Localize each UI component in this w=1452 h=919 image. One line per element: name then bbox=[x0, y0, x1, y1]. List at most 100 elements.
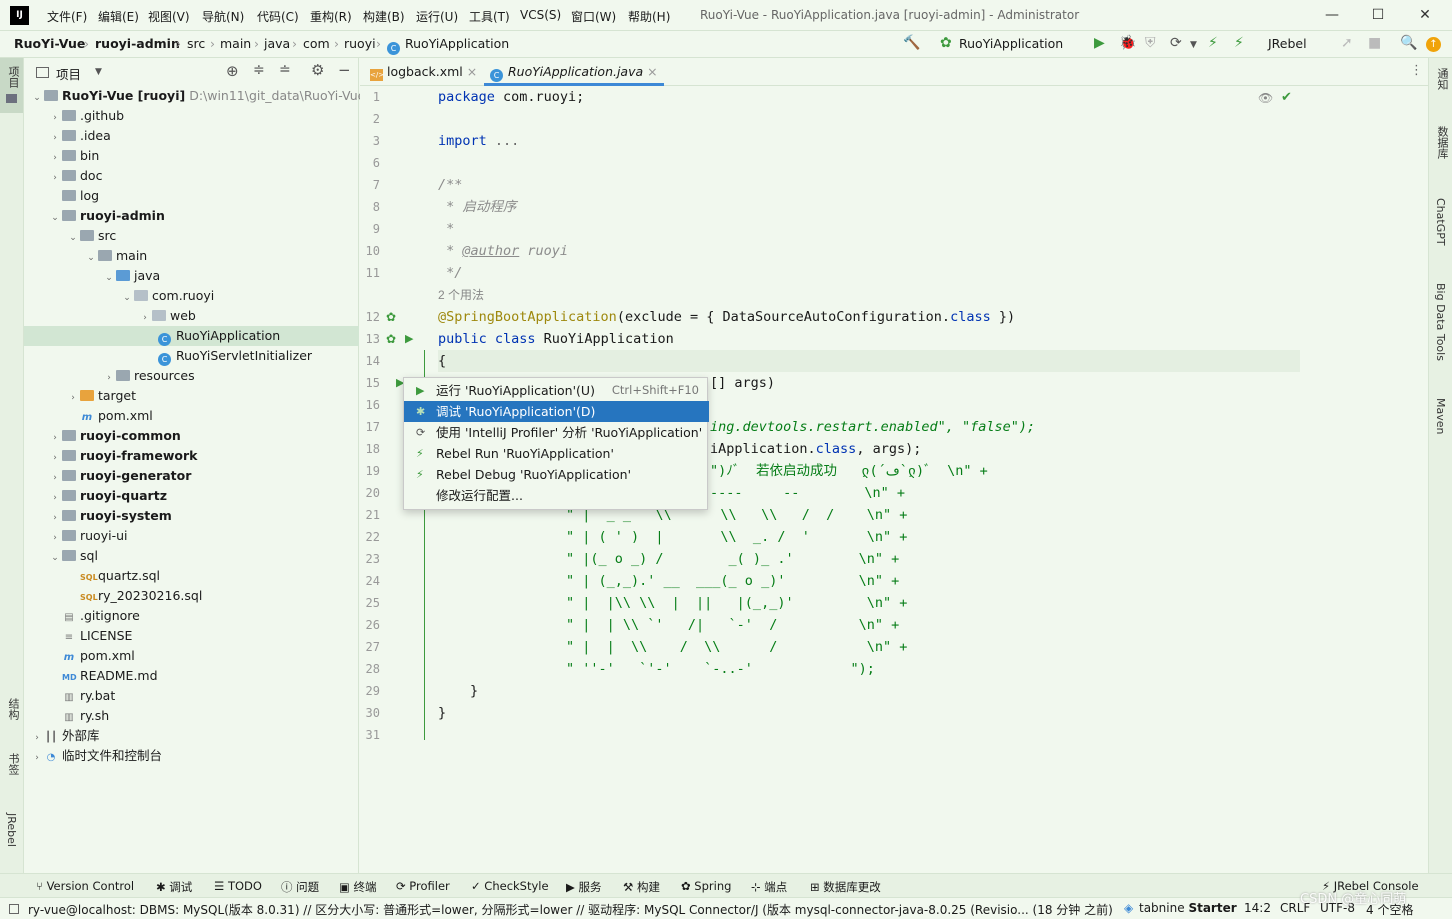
hammer-build-icon[interactable]: 🔨 bbox=[903, 35, 920, 51]
code-line-28[interactable]: " ''-' `'-' `-..-' "); bbox=[566, 658, 875, 680]
database-tool-tab[interactable]: 数据库 bbox=[1434, 126, 1450, 162]
tree-node-java[interactable]: ⌄ java bbox=[24, 266, 160, 286]
tree-node-ruoyi-generator[interactable]: › ruoyi-generator bbox=[24, 466, 191, 486]
breadcrumb-src[interactable]: src bbox=[187, 36, 205, 51]
tab-ruoyiapplication[interactable]: C RuoYiApplication.java × bbox=[484, 58, 664, 86]
tree-node-root[interactable]: ⌄ RuoYi-Vue [ruoyi] D:\win11\git_data\Ruo… bbox=[24, 86, 365, 106]
run-config-select[interactable]: RuoYiApplication bbox=[959, 36, 1063, 51]
reader-mode-icon[interactable]: 👁 bbox=[1258, 91, 1273, 105]
usages-hint[interactable]: 2 个用法 bbox=[438, 284, 484, 306]
tree-node-ruoyi-framework[interactable]: › ruoyi-framework bbox=[24, 446, 197, 466]
menu-vcs[interactable]: VCS(S) bbox=[520, 8, 561, 22]
chevron-down-icon[interactable]: ▼ bbox=[95, 67, 102, 77]
menu-edit[interactable]: 编辑(E) bbox=[98, 8, 139, 25]
code-line-24[interactable]: " | (_,_).' __ ___(_ o _)' \n" + bbox=[566, 570, 899, 592]
code-line-13[interactable]: public class RuoYiApplication bbox=[438, 328, 674, 350]
menu-file[interactable]: 文件(F) bbox=[47, 8, 87, 25]
notifications-tool-tab[interactable]: 通知 bbox=[1434, 68, 1450, 93]
gear-icon[interactable]: ⚙ bbox=[311, 61, 324, 79]
tree-node-idea[interactable]: › .idea bbox=[24, 126, 111, 146]
tree-node-doc[interactable]: › doc bbox=[24, 166, 102, 186]
code-line-27[interactable]: " | | \\ / \\ / \n" + bbox=[566, 636, 907, 658]
code-line-19[interactable]: ")ﾉﾞ 若依启动成功 ლ(´ڡ`ლ)ﾞ \n" + bbox=[710, 460, 988, 482]
tool-services[interactable]: ▶ 服务 bbox=[566, 879, 602, 895]
code-line-18[interactable]: iApplication.class, args); bbox=[710, 438, 921, 460]
tree-node-admin-pom[interactable]: m pom.xml bbox=[24, 406, 153, 426]
tree-node-root-pom[interactable]: m pom.xml bbox=[24, 646, 135, 666]
run-gutter-icon[interactable]: ▶ bbox=[405, 332, 413, 345]
update-icon[interactable]: ↑ bbox=[1426, 37, 1441, 52]
menu-refactor[interactable]: 重构(R) bbox=[310, 8, 352, 25]
menu-view[interactable]: 视图(V) bbox=[148, 8, 190, 25]
more-run-chevron-icon[interactable]: ▼ bbox=[1190, 40, 1197, 50]
minimize-button[interactable]: — bbox=[1320, 4, 1344, 26]
tree-node-ruoyi-admin[interactable]: ⌄ ruoyi-admin bbox=[24, 206, 165, 226]
code-line-29[interactable]: } bbox=[470, 680, 478, 702]
tree-node-readme[interactable]: MD README.md bbox=[24, 666, 158, 686]
tree-node-resources[interactable]: › resources bbox=[24, 366, 194, 386]
close-tab-icon[interactable]: × bbox=[467, 64, 477, 79]
tool-db-changes[interactable]: ⊞ 数据库更改 bbox=[810, 879, 881, 895]
code-line-30[interactable]: } bbox=[438, 702, 446, 724]
code-line-17[interactable]: ing.devtools.restart.enabled", "false"); bbox=[710, 416, 1035, 438]
popup-run-item[interactable]: ▶ 运行 'RuoYiApplication'(U) Ctrl+Shift+F10 bbox=[404, 380, 709, 401]
tool-profiler[interactable]: ⟳ Profiler bbox=[396, 879, 450, 893]
breadcrumb-com[interactable]: com bbox=[303, 36, 330, 51]
tree-node-scratches[interactable]: › ◔ 临时文件和控制台 bbox=[24, 746, 162, 766]
collapse-all-icon[interactable]: ≐ bbox=[279, 62, 291, 78]
rebel-debug-icon[interactable]: ⚡ bbox=[1234, 35, 1244, 51]
tree-node-external-libs[interactable]: › ┃┃ 外部库 bbox=[24, 726, 99, 746]
jrebel-label[interactable]: JRebel bbox=[1268, 36, 1307, 51]
code-line-12[interactable]: @SpringBootApplication(exclude = { DataS… bbox=[438, 306, 1015, 328]
stop-icon[interactable]: ■ bbox=[1368, 35, 1381, 51]
tree-node-ruoyiapplication[interactable]: C RuoYiApplication bbox=[24, 326, 359, 346]
popup-profiler-item[interactable]: ⟳ 使用 'IntelliJ Profiler' 分析 'RuoYiApplica… bbox=[404, 422, 709, 443]
tool-version-control[interactable]: ⑂ Version Control bbox=[36, 879, 134, 893]
menu-build[interactable]: 构建(B) bbox=[363, 8, 405, 25]
code-line-15[interactable]: [] args) bbox=[710, 372, 775, 394]
tree-node-github[interactable]: › .github bbox=[24, 106, 124, 126]
tree-node-sql[interactable]: ⌄ sql bbox=[24, 546, 98, 566]
deploy-icon[interactable]: ➚ bbox=[1341, 35, 1353, 51]
menu-window[interactable]: 窗口(W) bbox=[571, 8, 616, 25]
tree-node-bin[interactable]: › bin bbox=[24, 146, 99, 166]
code-line-1[interactable]: package com.ruoyi; bbox=[438, 86, 584, 108]
tree-node-web[interactable]: › web bbox=[24, 306, 196, 326]
project-panel-title[interactable]: 项目 bbox=[56, 64, 81, 83]
code-line-14[interactable]: { bbox=[438, 350, 446, 372]
menu-run[interactable]: 运行(U) bbox=[416, 8, 458, 25]
tree-node-main[interactable]: ⌄ main bbox=[24, 246, 147, 266]
popup-debug-item[interactable]: ✱ 调试 'RuoYiApplication'(D) bbox=[404, 401, 709, 422]
code-line-11[interactable]: */ bbox=[438, 262, 462, 284]
profiler-icon[interactable]: ⟳ bbox=[1170, 35, 1182, 51]
close-button[interactable]: ✕ bbox=[1413, 4, 1437, 26]
coverage-icon[interactable]: ⛨ bbox=[1145, 35, 1156, 51]
tree-node-ry-bat[interactable]: ▥ ry.bat bbox=[24, 686, 115, 706]
code-line-22[interactable]: " | ( ' ) | \\ _. / ' \n" + bbox=[566, 526, 907, 548]
locate-icon[interactable]: ⊕ bbox=[226, 62, 239, 80]
code-line-8[interactable]: * 启动程序 bbox=[438, 196, 516, 218]
tree-node-ruoyi-ui[interactable]: › ruoyi-ui bbox=[24, 526, 127, 546]
tree-node-servletinitializer[interactable]: C RuoYiServletInitializer bbox=[24, 346, 312, 366]
breadcrumb-class[interactable]: RuoYiApplication bbox=[405, 36, 509, 51]
popup-rebel-debug-item[interactable]: ⚡ Rebel Debug 'RuoYiApplication' bbox=[404, 464, 709, 485]
maximize-button[interactable]: ☐ bbox=[1366, 4, 1390, 26]
code-line-10[interactable]: * @author ruoyi bbox=[438, 240, 568, 262]
search-icon[interactable]: 🔍 bbox=[1400, 35, 1417, 51]
breadcrumb-main[interactable]: main bbox=[220, 36, 251, 51]
breadcrumb-ruoyi[interactable]: ruoyi bbox=[344, 36, 376, 51]
tab-logback-xml[interactable]: </> logback.xml × bbox=[364, 58, 483, 86]
tool-problems[interactable]: ⓘ 问题 bbox=[281, 879, 319, 895]
project-tool-tab[interactable]: 项目 bbox=[0, 58, 23, 113]
tree-node-src[interactable]: ⌄ src bbox=[24, 226, 116, 246]
tool-todo[interactable]: ☰ TODO bbox=[214, 879, 262, 893]
caret-position[interactable]: 14:2 bbox=[1244, 901, 1271, 915]
run-icon[interactable]: ▶ bbox=[1094, 35, 1105, 51]
intellij-logo-icon[interactable]: IJ bbox=[10, 6, 29, 25]
tree-node-ruoyi-system[interactable]: › ruoyi-system bbox=[24, 506, 172, 526]
tool-build[interactable]: ⚒ 构建 bbox=[623, 879, 660, 895]
tool-terminal[interactable]: ▣ 终端 bbox=[339, 879, 377, 895]
breadcrumb-java[interactable]: java bbox=[264, 36, 290, 51]
spring-bean-gutter-icon[interactable]: ✿ bbox=[386, 332, 396, 346]
tabnine-status[interactable]: tabnine Starter bbox=[1139, 901, 1237, 915]
